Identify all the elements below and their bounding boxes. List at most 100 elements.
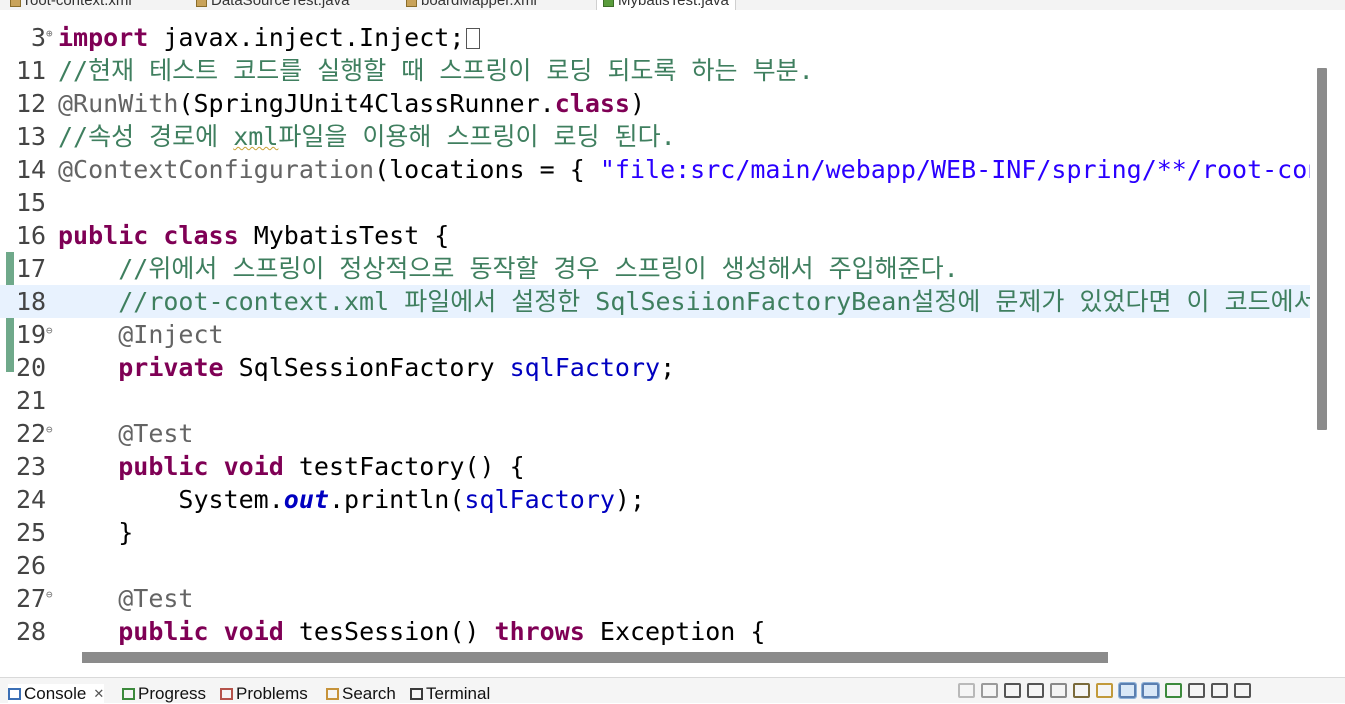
problems-icon	[220, 688, 233, 700]
code-line[interactable]: 3 ⊕ import javax.inject.Inject;	[0, 21, 1310, 54]
code-token: private	[118, 353, 224, 382]
code-text: //속성 경로에 xml파일을 이용해 스프링이 로딩 된다.	[58, 120, 676, 153]
word-wrap-icon[interactable]	[1073, 683, 1090, 698]
code-token: ;	[660, 353, 676, 382]
editor-tab-0[interactable]: root-context.xml	[10, 0, 132, 10]
code-text: @Inject	[58, 318, 224, 351]
code-line[interactable]: 22 ⊖ @Test	[0, 417, 1310, 450]
collapse-fold-icon[interactable]: ⊖	[46, 413, 53, 446]
code-line[interactable]: 26	[0, 549, 1310, 582]
line-number: 13	[16, 122, 47, 151]
code-token: import	[58, 23, 149, 52]
code-text: @RunWith(SpringJUnit4ClassRunner.class)	[58, 87, 645, 120]
line-number: 15	[16, 188, 47, 217]
code-text: //현재 테스트 코드를 실행할 때 스프링이 로딩 되도록 하는 부분.	[58, 54, 814, 87]
code-line[interactable]: 15	[0, 186, 1310, 219]
editor-tab-1[interactable]: DataSourceTest.java	[196, 0, 349, 10]
maximize-icon[interactable]	[1234, 683, 1251, 698]
pin-console-icon[interactable]	[1118, 682, 1137, 699]
line-number: 18	[16, 287, 47, 316]
code-line[interactable]: 27 ⊖ @Test	[0, 582, 1310, 615]
view-tab-label: Console	[24, 684, 87, 703]
terminate-icon[interactable]	[958, 683, 975, 698]
display-console-icon[interactable]	[1141, 682, 1160, 699]
close-icon[interactable]: ✕	[93, 686, 104, 702]
code-line[interactable]: 11 //현재 테스트 코드를 실행할 때 스프링이 로딩 되도록 하는 부분.	[0, 54, 1310, 87]
open-console-icon[interactable]	[1165, 683, 1182, 698]
code-token: //속성 경로에	[58, 122, 234, 151]
code-token: @Inject	[118, 320, 224, 349]
code-text: //root-context.xml 파일에서 설정한 SqlSesiionFa…	[58, 285, 1310, 318]
code-line[interactable]: 12 @RunWith(SpringJUnit4ClassRunner.class…	[0, 87, 1310, 120]
code-line[interactable]: 19 ⊖ @Inject	[0, 318, 1310, 351]
remove-all-icon[interactable]	[1027, 683, 1044, 698]
editor-tab-label: boardMapper.xml	[421, 0, 537, 9]
code-text: public void tesSession() throws Exceptio…	[58, 615, 765, 648]
code-token: .println(	[328, 485, 465, 514]
view-tab-console[interactable]: Console ✕	[8, 684, 105, 704]
code-token: @RunWith	[58, 89, 179, 118]
show-stdout-icon[interactable]	[1096, 683, 1113, 698]
code-token: xml	[233, 122, 279, 151]
code-line[interactable]: 28 public void tesSession() throws Excep…	[0, 615, 1310, 648]
line-number: 11	[16, 56, 47, 85]
remove-launch-icon[interactable]	[1004, 683, 1021, 698]
horizontal-scrollbar-thumb[interactable]	[82, 652, 1108, 663]
code-token: @Test	[118, 584, 194, 613]
vertical-scrollbar-thumb[interactable]	[1317, 68, 1327, 430]
stop-icon[interactable]	[981, 683, 998, 698]
collapse-fold-icon[interactable]: ⊖	[46, 314, 53, 347]
view-tab-label: Problems	[236, 684, 308, 703]
line-number: 21	[16, 386, 47, 415]
line-number: 12	[16, 89, 47, 118]
view-tab-problems[interactable]: Problems	[220, 684, 308, 704]
view-tab-search[interactable]: Search	[326, 684, 396, 704]
code-line[interactable]: 24 System.out.println(sqlFactory);	[0, 483, 1310, 516]
scroll-lock-icon[interactable]	[1050, 683, 1067, 698]
code-line[interactable]: 20 private SqlSessionFactory sqlFactory;	[0, 351, 1310, 384]
code-text: }	[58, 516, 133, 549]
view-menu-icon[interactable]	[1188, 683, 1205, 698]
horizontal-scrollbar[interactable]	[58, 650, 1310, 667]
code-line[interactable]: 14 @ContextConfiguration(locations = { "f…	[0, 153, 1310, 186]
collapse-fold-icon[interactable]: ⊖	[46, 578, 53, 611]
code-line[interactable]: 16 public class MybatisTest {	[0, 219, 1310, 252]
line-number: 20	[16, 353, 47, 382]
bottom-view-tab-bar: Console ✕ Progress Problems Search Terminal	[0, 677, 1345, 704]
code-token: Exception {	[584, 617, 766, 646]
code-token: public	[118, 617, 209, 646]
code-token: javax.inject.Inject;	[148, 23, 465, 52]
folded-imports-marker-icon[interactable]	[466, 28, 481, 49]
code-editor[interactable]: 3 ⊕ import javax.inject.Inject; 11 //현재 테스트 …	[0, 10, 1310, 650]
editor-tab-3[interactable]: MybatisTest.java	[596, 0, 736, 10]
view-tab-terminal[interactable]: Terminal	[410, 684, 490, 704]
code-token: public	[58, 221, 149, 250]
code-line[interactable]: 21	[0, 384, 1310, 417]
code-text: System.out.println(sqlFactory);	[58, 483, 645, 516]
vertical-scrollbar[interactable]	[1310, 10, 1345, 650]
code-line[interactable]: 13 //속성 경로에 xml파일을 이용해 스프링이 로딩 된다.	[0, 120, 1310, 153]
view-tab-label: Terminal	[426, 684, 491, 703]
code-text: @Test	[58, 582, 193, 615]
code-text: @Test	[58, 417, 193, 450]
editor-tab-2[interactable]: boardMapper.xml	[406, 0, 537, 10]
minimize-icon[interactable]	[1211, 683, 1228, 698]
editor-tab-label: DataSourceTest.java	[211, 0, 350, 9]
code-line[interactable]: 23 public void testFactory() {	[0, 450, 1310, 483]
expand-fold-icon[interactable]: ⊕	[46, 17, 53, 50]
file-icon	[406, 0, 417, 7]
line-number: 26	[16, 551, 47, 580]
search-icon	[326, 688, 339, 700]
code-line[interactable]: 17 //위에서 스프링이 정상적으로 동작할 경우 스프링이 생성해서 주입해…	[0, 252, 1310, 285]
code-line[interactable]: 18 //root-context.xml 파일에서 설정한 SqlSesiio…	[0, 285, 1310, 318]
code-line[interactable]: 25 }	[0, 516, 1310, 549]
view-tab-progress[interactable]: Progress	[122, 684, 206, 704]
